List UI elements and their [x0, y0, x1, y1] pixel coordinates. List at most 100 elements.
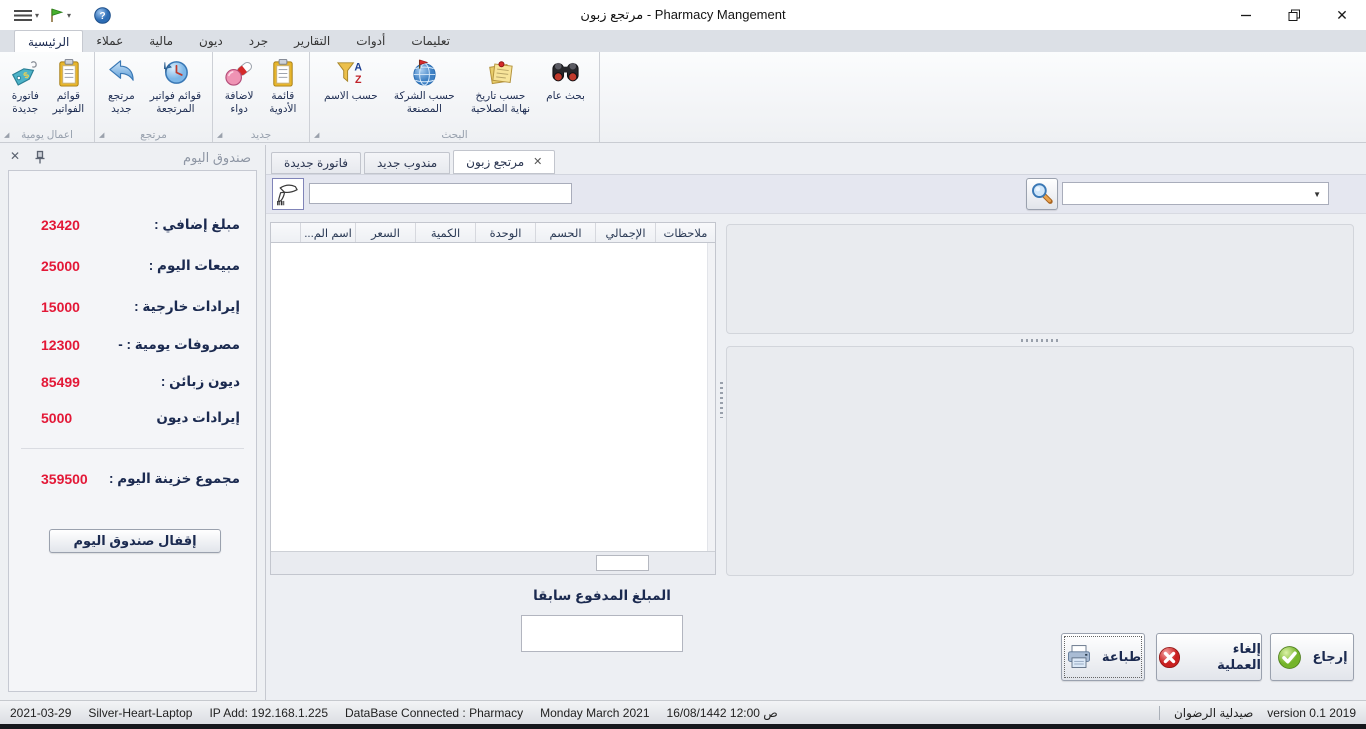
- cashbox-row: 12300 مصروفات يومية : -: [23, 334, 240, 356]
- cashbox-row: 23420مبلغ إضافي :: [23, 214, 240, 236]
- search-by-name-button[interactable]: A Z حسب الاسم: [322, 55, 380, 105]
- ribbon-button-label: قائمة الأدوية: [269, 90, 296, 116]
- status-left: 2021-03-29 Silver-Heart-Laptop IP Add: 1…: [10, 706, 778, 720]
- ribbon-button-label: مرتجع جديد: [108, 90, 135, 116]
- confirm-return-button[interactable]: إرجاع: [1270, 633, 1354, 681]
- tab-finance[interactable]: مالية: [136, 30, 186, 52]
- medicines-list-button[interactable]: قائمة الأدوية: [265, 55, 300, 118]
- search-button[interactable]: [1026, 178, 1058, 210]
- expiry-notes-icon: [485, 57, 516, 88]
- vertical-splitter[interactable]: [718, 222, 725, 576]
- grid-total-input[interactable]: [596, 555, 649, 571]
- status-right: صيدلية الرضوان version 0.1 2019: [1159, 706, 1356, 720]
- ribbon-group-returns: مرتجع جديد قوائم فواتير المرتجعة ◢ مرتجع: [95, 52, 213, 142]
- tab-reports[interactable]: التقارير: [281, 30, 343, 52]
- tab-new-invoice[interactable]: فاتورة جديدة: [271, 152, 361, 174]
- restore-button[interactable]: [1270, 0, 1318, 30]
- cashbox-total-value: 359500: [41, 471, 88, 487]
- tab-customers[interactable]: عملاء: [83, 30, 136, 52]
- status-computer-name: Silver-Heart-Laptop: [88, 706, 192, 720]
- cashbox-row: 25000مبيعات اليوم :: [23, 255, 240, 277]
- dialog-launcher-icon[interactable]: ◢: [99, 131, 104, 139]
- cancel-operation-button[interactable]: إلغاء العملية: [1156, 633, 1262, 681]
- grid-column-discount[interactable]: الحسم: [536, 223, 596, 242]
- ribbon-button-label: لاضافة دواء: [225, 90, 254, 116]
- svg-text:A: A: [355, 62, 363, 74]
- cashbox-total-label: مجموع خزينة اليوم :: [109, 471, 240, 487]
- document-tab-strip: فاتورة جديدة مندوب جديد مرتجع زبون ✕: [271, 150, 555, 174]
- status-day: Monday March 2021: [540, 706, 649, 720]
- svg-text:Z: Z: [355, 74, 362, 86]
- panel-close-icon[interactable]: ✕: [10, 149, 20, 163]
- invoices-list-button[interactable]: قوائم الفواتير: [51, 55, 87, 118]
- search-by-manufacturer-button[interactable]: حسب الشركة المصنعة: [392, 55, 457, 118]
- horizontal-splitter[interactable]: [726, 336, 1354, 345]
- splitter-grip-icon: [720, 382, 723, 418]
- cashbox-row: 85499ديون زبائن :: [23, 371, 240, 393]
- barcode-input[interactable]: [309, 183, 572, 204]
- grid-column-unit[interactable]: الوحدة: [476, 223, 536, 242]
- divider: [1159, 706, 1160, 720]
- price-tag-icon: $: [10, 57, 41, 88]
- grid-column-price[interactable]: السعر: [356, 223, 416, 242]
- new-invoice-button[interactable]: $ فاتورة جديدة: [8, 55, 43, 118]
- cashbox-label: مصروفات يومية : -: [118, 337, 240, 353]
- cashbox-title: صندوق اليوم: [183, 150, 251, 166]
- status-date: 2021-03-29: [10, 706, 71, 720]
- cashbox-label: إيرادات ديون: [156, 410, 240, 426]
- search-by-expiry-button[interactable]: حسب تاريخ نهاية الصلاحية: [469, 55, 532, 118]
- grid-column-item-name[interactable]: اسم الم...: [301, 223, 356, 242]
- cashbox-value: 12300: [41, 337, 80, 353]
- tab-inventory[interactable]: جرد: [236, 30, 281, 52]
- tab-home[interactable]: الرئيسية: [14, 30, 83, 52]
- title-bar: ▾ ▾ ? مرتجع زبون - Pharmacy Mangement: [0, 0, 1366, 30]
- chevron-down-icon: ▼: [1313, 190, 1321, 199]
- add-medicine-button[interactable]: لاضافة دواء: [222, 55, 257, 118]
- returned-invoices-button[interactable]: قوائم فواتير المرتجعة: [148, 55, 203, 118]
- globe-flag-icon: [409, 57, 440, 88]
- magnifier-icon: [1030, 182, 1054, 206]
- customer-select[interactable]: ▼: [1062, 182, 1329, 205]
- status-database: DataBase Connected : Pharmacy: [345, 706, 523, 720]
- new-return-button[interactable]: مرتجع جديد: [104, 55, 139, 118]
- grid-column-indicator: [271, 223, 301, 242]
- tab-customer-return[interactable]: مرتجع زبون ✕: [453, 150, 555, 174]
- splitter-grip-icon: [1021, 339, 1059, 342]
- previously-paid-input[interactable]: [521, 615, 683, 652]
- grid-column-notes[interactable]: ملاحظات: [656, 223, 715, 242]
- grid-body: [271, 243, 715, 551]
- pin-icon[interactable]: [34, 150, 46, 170]
- ribbon-group-label: البحث: [441, 129, 467, 141]
- cashbox-label: مبيعات اليوم :: [149, 258, 240, 274]
- return-button-label: إرجاع: [1312, 649, 1347, 665]
- close-icon[interactable]: ✕: [533, 152, 542, 172]
- tab-help[interactable]: تعليمات: [398, 30, 463, 52]
- filter-az-icon: A Z: [335, 57, 366, 88]
- ribbon-button-label: قوائم فواتير المرتجعة: [150, 90, 201, 116]
- grid-column-total[interactable]: الإجمالي: [596, 223, 656, 242]
- dialog-launcher-icon[interactable]: ◢: [217, 131, 222, 139]
- dialog-launcher-icon[interactable]: ◢: [4, 131, 9, 139]
- tab-new-representative[interactable]: مندوب جديد: [364, 152, 450, 174]
- minimize-icon: [1240, 9, 1252, 21]
- status-bar: 2021-03-29 Silver-Heart-Laptop IP Add: 1…: [0, 700, 1366, 724]
- barcode-scan-button[interactable]: [272, 178, 304, 210]
- status-version: version 0.1 2019: [1267, 706, 1356, 720]
- ribbon-group-label: مرتجع: [140, 129, 167, 141]
- return-items-grid: اسم الم... السعر الكمية الوحدة الحسم الإ…: [270, 222, 716, 575]
- minimize-button[interactable]: [1222, 0, 1270, 30]
- tab-tools[interactable]: أدوات: [343, 30, 398, 52]
- print-button[interactable]: طباعة: [1061, 633, 1145, 681]
- close-button[interactable]: ✕: [1318, 0, 1366, 30]
- return-arrow-icon: [106, 57, 137, 88]
- close-cashbox-button[interactable]: إقفال صندوق اليوم: [49, 529, 221, 553]
- general-search-button[interactable]: بحث عام: [544, 55, 587, 105]
- grid-scrollbar[interactable]: [707, 243, 715, 551]
- restore-icon: [1288, 9, 1301, 22]
- tab-debts[interactable]: ديون: [186, 30, 236, 52]
- dialog-launcher-icon[interactable]: ◢: [314, 131, 319, 139]
- ribbon-tab-strip: الرئيسية عملاء مالية ديون جرد التقارير أ…: [0, 30, 1366, 52]
- cashbox-value: 23420: [41, 217, 80, 233]
- grid-column-quantity[interactable]: الكمية: [416, 223, 476, 242]
- confirm-icon: [1276, 644, 1303, 671]
